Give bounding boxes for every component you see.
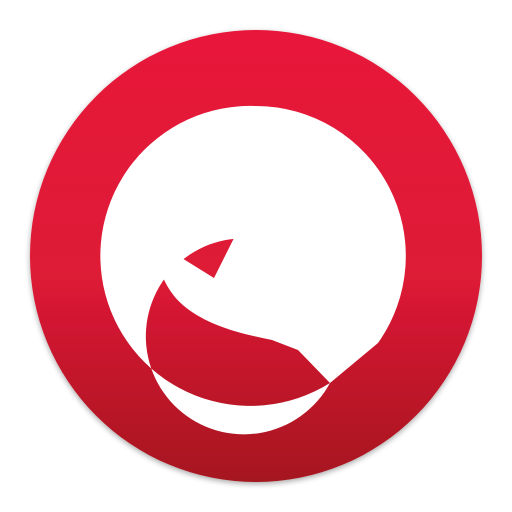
app-icon [0, 0, 512, 512]
wrench-tool-icon [30, 30, 482, 482]
